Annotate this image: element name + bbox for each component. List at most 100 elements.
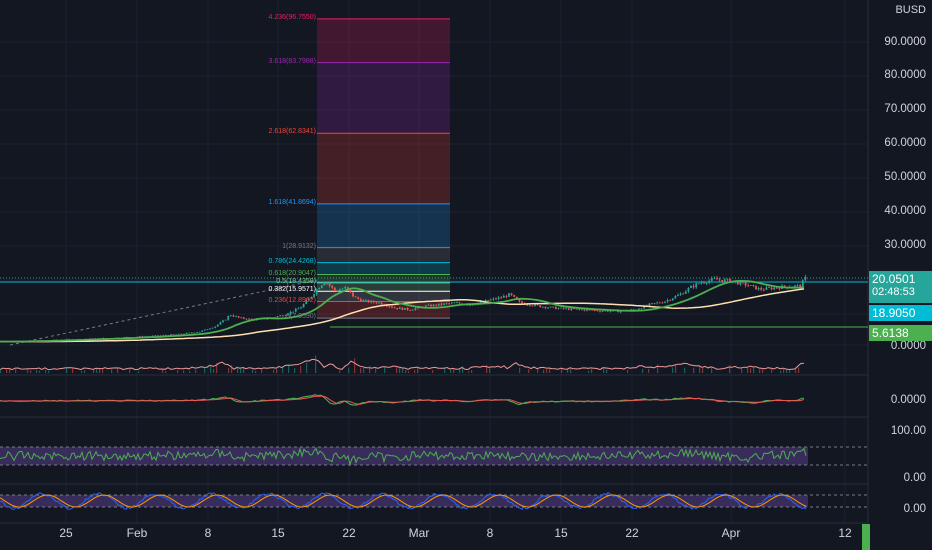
candle-body — [294, 308, 297, 312]
candle-body — [497, 297, 500, 300]
time-label: Feb — [126, 526, 148, 540]
candle-body — [778, 287, 781, 289]
candle-body — [427, 304, 430, 306]
volume-bar — [48, 370, 50, 373]
candle-body — [562, 307, 565, 309]
candle-body — [521, 301, 523, 304]
volume-bar — [36, 369, 38, 373]
volume-bar — [72, 367, 74, 373]
volume-bar — [489, 368, 491, 373]
candle-body — [154, 335, 157, 337]
fib-level-label: 1(28.9132) — [282, 242, 316, 250]
candle-body — [666, 299, 669, 302]
volume-bar — [204, 366, 206, 373]
candle-body — [723, 279, 726, 282]
time-axis-highlight — [862, 524, 870, 550]
fib-level-label: 3.618(83.7988) — [268, 57, 316, 65]
candle-body — [653, 303, 656, 304]
candle-body — [500, 297, 503, 299]
candle-body — [349, 289, 352, 293]
volume-bar — [216, 362, 218, 373]
candle-body — [575, 308, 578, 310]
price-tick: 0.0000 — [890, 340, 926, 352]
volume-bar — [117, 368, 119, 373]
candle-body — [180, 333, 183, 335]
volume-bar — [750, 368, 752, 373]
volume-bar — [402, 368, 404, 373]
volume-bar — [747, 366, 749, 373]
fib-zone — [317, 203, 450, 248]
candle-body — [651, 303, 653, 304]
volume-bar — [27, 368, 29, 373]
candle-body — [302, 303, 305, 308]
candle-body — [596, 310, 599, 312]
fib-zone — [317, 18, 450, 63]
fib-zone — [317, 291, 450, 302]
macd-signal-line — [0, 395, 805, 405]
candle-body — [362, 300, 365, 302]
candle-body — [674, 296, 677, 299]
candle-body — [211, 327, 214, 329]
price-tick: 90.0000 — [884, 36, 926, 48]
candle-body — [801, 280, 804, 288]
volume-bar — [798, 367, 800, 373]
volume-bar — [255, 371, 257, 373]
bar-countdown: 02:48:53 — [872, 286, 915, 298]
candle-body — [697, 283, 700, 285]
candle-body — [487, 299, 490, 301]
volume-bar — [546, 367, 548, 373]
fib-level-label: 2.618(62.8341) — [268, 128, 316, 136]
candle-body — [661, 302, 664, 304]
volume-bar — [762, 368, 764, 373]
candle-body — [196, 332, 198, 333]
volume-bar — [783, 367, 785, 373]
candle-body — [235, 316, 237, 317]
candle-body — [794, 285, 796, 287]
candle-body — [372, 300, 375, 303]
candle-body — [510, 293, 513, 295]
rsi-band — [0, 447, 808, 465]
candle-body — [198, 331, 201, 333]
volume-bar — [384, 367, 386, 373]
candle-body — [669, 299, 672, 301]
volume-bar — [39, 370, 41, 373]
candle-body — [227, 316, 230, 320]
candle-body — [344, 286, 347, 289]
candle-body — [648, 303, 651, 306]
quote-currency-label[interactable]: BUSD — [893, 4, 928, 16]
volume-bar — [45, 370, 47, 373]
candle-body — [445, 303, 448, 305]
rsi-axis-bottom: 0.00 — [903, 472, 926, 484]
candle-body — [768, 287, 770, 289]
last-price-value: 20.0501 — [872, 272, 916, 286]
volume-bar — [786, 369, 788, 373]
candle-body — [570, 308, 573, 310]
candle-body — [557, 308, 560, 310]
candle-body — [214, 326, 217, 328]
candle-body — [320, 285, 323, 288]
candle-body — [726, 278, 729, 280]
volume-bar — [84, 370, 86, 373]
stoch-axis-value: 0.00 — [903, 503, 926, 515]
fib-level-label: 0.5(18.4359) — [276, 277, 316, 285]
volume-bar — [66, 367, 68, 373]
candle-body — [580, 309, 583, 311]
candle-body — [710, 278, 713, 281]
low-price-tag: 5.6138 — [869, 325, 932, 341]
volume-bar — [642, 368, 644, 373]
volume-bar — [306, 362, 308, 373]
fibonacci-extension[interactable] — [317, 18, 450, 319]
candle-body — [492, 298, 495, 300]
candle-body — [380, 302, 383, 305]
candle-body — [656, 302, 659, 304]
candle-body — [554, 306, 557, 310]
price-tick: 70.0000 — [884, 103, 926, 115]
volume-bar — [459, 369, 461, 373]
candle-body — [437, 303, 440, 306]
candle-body — [703, 282, 705, 284]
volume-bar — [471, 370, 473, 373]
trading-chart[interactable] — [0, 0, 932, 550]
candle-body — [528, 304, 531, 306]
candle-body — [370, 300, 373, 303]
candle-body — [765, 287, 768, 290]
